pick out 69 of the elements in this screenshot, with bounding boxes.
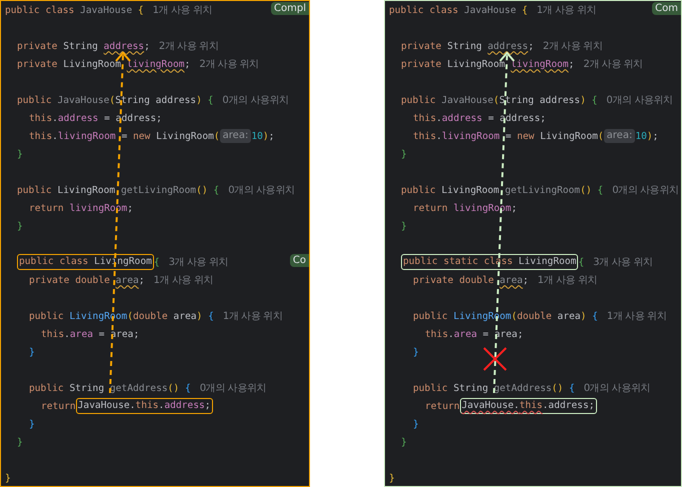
usage-hint: 2개 사용 위치 — [542, 40, 602, 53]
code-text: this.address = address; — [413, 112, 546, 124]
code-text: this.area = area; — [41, 328, 140, 340]
code-text: } — [17, 148, 23, 160]
code-text: return — [425, 400, 460, 412]
code-text: } — [401, 220, 407, 232]
usage-hint: 1개 사용 위치 — [606, 310, 666, 323]
code-text: } — [413, 346, 419, 358]
code-text: return — [41, 400, 76, 412]
code-text: private LivingRoom livingRoom; — [401, 58, 574, 70]
usage-hint: 1개 사용 위치 — [222, 310, 282, 323]
code-text: public LivingRoom getLivingRoom() { — [401, 184, 604, 196]
code-text: } — [413, 418, 419, 430]
usage-hint: 2개 사용 위치 — [199, 58, 259, 71]
usage-hint: 2개 사용 위치 — [583, 58, 643, 71]
code-text: this.livingRoom = new LivingRoom( — [29, 130, 220, 142]
parameter-hint: area: — [604, 129, 636, 143]
usage-hint: 1개 사용 위치 — [154, 274, 214, 287]
status-badge[interactable]: Co — [290, 254, 309, 267]
code-text: } — [401, 148, 407, 160]
code-text: { — [154, 256, 160, 268]
code-text: } — [389, 472, 395, 484]
code-text: public String getAddress() { — [413, 382, 575, 394]
code-text: 10); — [251, 130, 274, 142]
usage-hint: 0개의 사용위치 — [200, 382, 266, 395]
code-text: } — [17, 436, 23, 448]
code-text: return livingRoom; — [29, 202, 133, 214]
usage-hint: 0개의 사용위치 — [584, 382, 650, 395]
code-text: private String address; — [401, 40, 534, 52]
code-text: public LivingRoom(double area) { — [29, 310, 214, 322]
code-text: public JavaHouse(String address) { — [401, 94, 598, 106]
code-text: } — [29, 418, 35, 430]
code-text: private LivingRoom livingRoom; — [17, 58, 190, 70]
code-text: 10); — [635, 130, 658, 142]
code-text: public String getAddress() { — [29, 382, 191, 394]
parameter-hint: area: — [220, 129, 252, 143]
highlighted-code: JavaHouse.this.address; — [460, 398, 597, 414]
code-text: } — [17, 220, 23, 232]
usage-hint: 0개의 사용위치 — [228, 184, 295, 197]
status-badge[interactable]: Compl — [271, 2, 309, 15]
code-text: private double area; — [29, 274, 145, 286]
code-text: public JavaHouse(String address) { — [17, 94, 214, 106]
usage-hint: 3개 사용 위치 — [593, 256, 653, 269]
usage-hint: 0개의 사용위치 — [612, 184, 679, 197]
usage-hint: 2개 사용 위치 — [158, 40, 218, 53]
code-text: this.livingRoom = new LivingRoom( — [413, 130, 604, 142]
code-text: public LivingRoom getLivingRoom() { — [17, 184, 220, 196]
code-text: } — [29, 346, 35, 358]
usage-hint: 0개의 사용위치 — [222, 94, 289, 107]
code-text: } — [401, 436, 407, 448]
code-text: this.address = address; — [29, 112, 162, 124]
code-text: private String address; — [17, 40, 150, 52]
code-text: public class JavaHouse { — [389, 4, 528, 16]
usage-hint: 3개 사용 위치 — [168, 256, 228, 269]
highlighted-code: JavaHouse.this.address; — [76, 398, 213, 414]
code-text: } — [5, 472, 11, 484]
usage-hint: 0개의 사용위치 — [606, 94, 673, 107]
code-text: private double area; — [413, 274, 529, 286]
code-text: public LivingRoom(double area) { — [413, 310, 598, 322]
code-text: { — [578, 256, 584, 268]
code-text: this.area = area; — [425, 328, 524, 340]
usage-hint: 1개 사용 위치 — [536, 4, 596, 17]
code-text: return livingRoom; — [413, 202, 517, 214]
usage-hint: 1개 사용 위치 — [152, 4, 212, 17]
highlighted-code: public static class LivingRoom — [401, 254, 578, 270]
highlighted-code: public class LivingRoom — [17, 254, 154, 270]
code-text: public class JavaHouse { — [5, 4, 144, 16]
status-badge[interactable]: Com — [652, 2, 681, 15]
usage-hint: 1개 사용 위치 — [538, 274, 598, 287]
